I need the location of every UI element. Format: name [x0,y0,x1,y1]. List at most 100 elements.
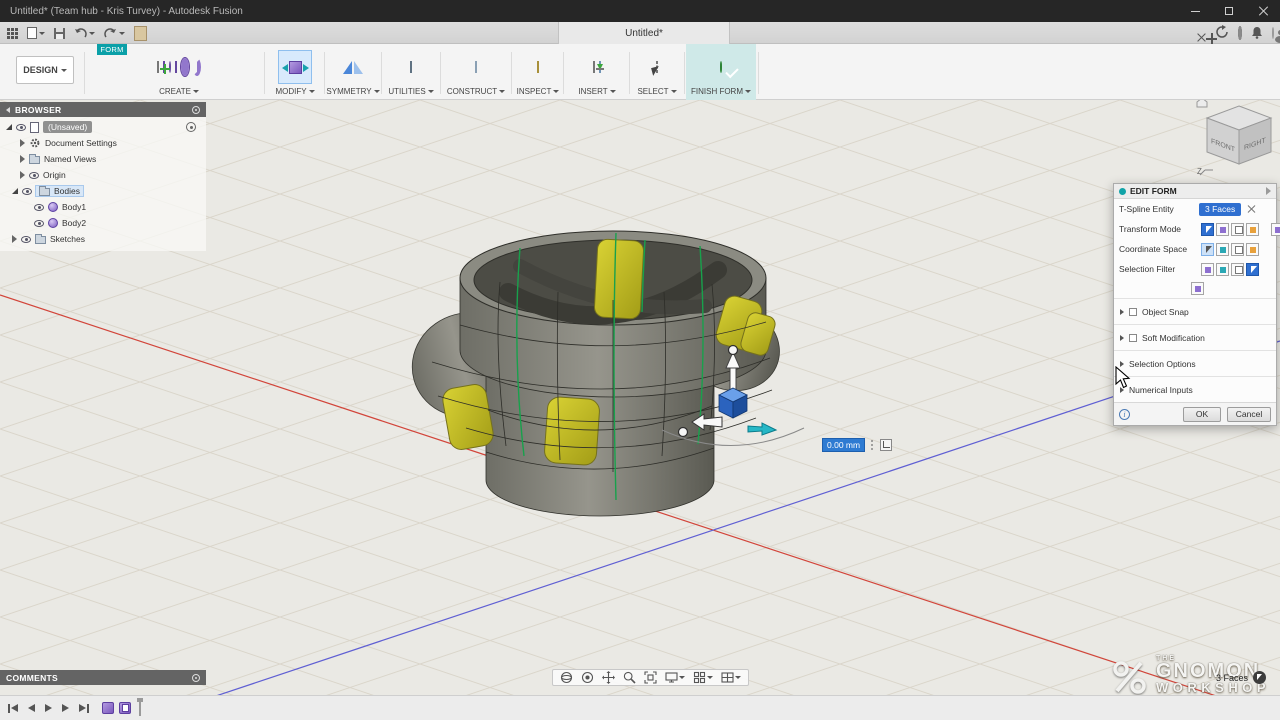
browser-header[interactable]: BROWSER [0,102,206,117]
file-menu-button[interactable] [24,23,48,43]
numerical-inputs-section[interactable]: Numerical Inputs [1114,376,1276,402]
visibility-eye-icon[interactable] [34,220,44,227]
transform-translate-icon[interactable] [1201,223,1214,236]
panel-options-icon[interactable] [192,674,200,682]
redo-button[interactable] [101,23,128,43]
collapse-panel-icon[interactable] [6,107,10,113]
undo-button[interactable] [71,23,98,43]
pan-button[interactable] [598,670,619,685]
scale-handle-top[interactable] [729,346,738,355]
comments-header[interactable]: COMMENTS [0,670,206,685]
selection-tool-icon[interactable] [1253,671,1266,684]
view-cube[interactable]: FRONT RIGHT Z [1193,98,1279,180]
drag-handle-icon[interactable] [871,440,874,451]
job-status-button[interactable] [1238,28,1242,38]
step-forward-button[interactable] [62,704,69,712]
soft-modification-checkbox[interactable] [1129,334,1137,342]
insert-menu[interactable]: INSERT [566,87,628,96]
construct-plane-button[interactable] [475,62,477,72]
expand-open-icon[interactable] [12,188,18,194]
activate-target-icon[interactable] [186,122,196,132]
browser-item-body2[interactable]: Body2 [0,215,206,231]
profile-button[interactable] [1272,28,1274,38]
expand-closed-icon[interactable] [20,139,25,147]
filter-all-icon[interactable] [1191,282,1204,295]
timeline-marker-feature[interactable] [119,702,131,714]
step-back-button[interactable] [28,704,35,712]
save-button[interactable] [51,23,68,43]
space-local-icon[interactable] [1216,243,1229,256]
scale-handle-side[interactable] [679,428,688,437]
visibility-eye-icon[interactable] [16,124,26,131]
mirror-symmetry-button[interactable] [343,61,363,74]
utilities-menu[interactable]: UTILITIES [384,87,438,96]
browser-item-root[interactable]: (Unsaved) [0,119,206,135]
browser-item-body1[interactable]: Body1 [0,199,206,215]
visibility-eye-icon[interactable] [34,204,44,211]
edit-form-button[interactable] [278,50,312,84]
measure-button[interactable] [537,62,539,72]
symmetry-menu[interactable]: SYMMETRY [326,87,380,96]
select-button[interactable] [656,62,658,72]
browser-item-named-views[interactable]: Named Views [0,151,206,167]
dialog-flyout-icon[interactable] [1266,187,1271,195]
torus-primitive-button[interactable] [181,62,189,72]
viewports-button[interactable] [717,670,745,685]
timeline-playhead[interactable] [139,700,141,716]
info-icon[interactable] [1119,409,1130,420]
expand-closed-icon[interactable] [20,155,25,163]
space-world-icon[interactable] [1201,243,1214,256]
expand-closed-icon[interactable] [1120,335,1124,341]
visibility-eye-icon[interactable] [21,236,31,243]
fit-button[interactable] [640,670,661,685]
expand-closed-icon[interactable] [12,235,17,243]
data-panel-button[interactable] [4,23,21,43]
modify-menu[interactable]: MODIFY [268,87,322,96]
browser-item-origin[interactable]: Origin [0,167,206,183]
minimize-button[interactable] [1178,0,1212,22]
play-button[interactable] [45,704,52,712]
notifications-button[interactable] [1251,26,1263,41]
inspect-menu[interactable]: INSPECT [514,87,562,96]
clear-selection-icon[interactable] [1247,205,1255,213]
orbit-button[interactable] [556,670,577,685]
go-to-end-button[interactable] [79,704,89,713]
object-snap-checkbox[interactable] [1129,308,1137,316]
transform-multi-icon[interactable] [1246,223,1259,236]
filter-vertex-icon[interactable] [1201,263,1214,276]
browser-item-bodies[interactable]: Bodies [0,183,206,199]
zoom-button[interactable] [619,670,640,685]
expand-open-icon[interactable] [6,124,12,130]
grid-snap-button[interactable] [689,670,717,685]
timeline-marker-form[interactable] [102,702,114,714]
maximize-button[interactable] [1212,0,1246,22]
cancel-button[interactable]: Cancel [1227,407,1271,422]
expand-closed-icon[interactable] [20,171,25,179]
finish-form-button[interactable] [720,62,722,72]
ok-button[interactable]: OK [1183,407,1221,422]
pipe-primitive-button[interactable] [193,62,201,72]
expand-closed-icon[interactable] [1120,309,1124,315]
transform-scale-icon[interactable] [1231,223,1244,236]
quadball-primitive-button[interactable] [175,62,177,72]
new-form-button[interactable] [157,62,159,72]
browser-item-sketches[interactable]: Sketches [0,231,206,247]
browser-item-document-settings[interactable]: Document Settings [0,135,206,151]
construct-menu[interactable]: CONSTRUCT [443,87,509,96]
recent-doc-button[interactable] [131,23,150,43]
transform-extra-icon[interactable] [1271,223,1280,236]
look-at-button[interactable] [577,670,598,685]
entity-selection-badge[interactable]: 3 Faces [1199,203,1241,216]
select-menu[interactable]: SELECT [632,87,682,96]
object-snap-section[interactable]: Object Snap [1114,298,1276,324]
document-tab[interactable]: Untitled* [558,22,730,44]
dimension-input[interactable]: 0.00 mm [822,438,865,452]
selection-options-section[interactable]: Selection Options [1114,350,1276,376]
sync-status-button[interactable] [1215,25,1229,41]
create-menu[interactable]: CREATE [95,87,263,96]
dialog-header[interactable]: EDIT FORM [1114,184,1276,199]
visibility-eye-icon[interactable] [22,188,32,195]
axis-toggle-icon[interactable] [880,439,892,451]
filter-face-icon[interactable] [1231,263,1244,276]
close-button[interactable] [1246,0,1280,22]
